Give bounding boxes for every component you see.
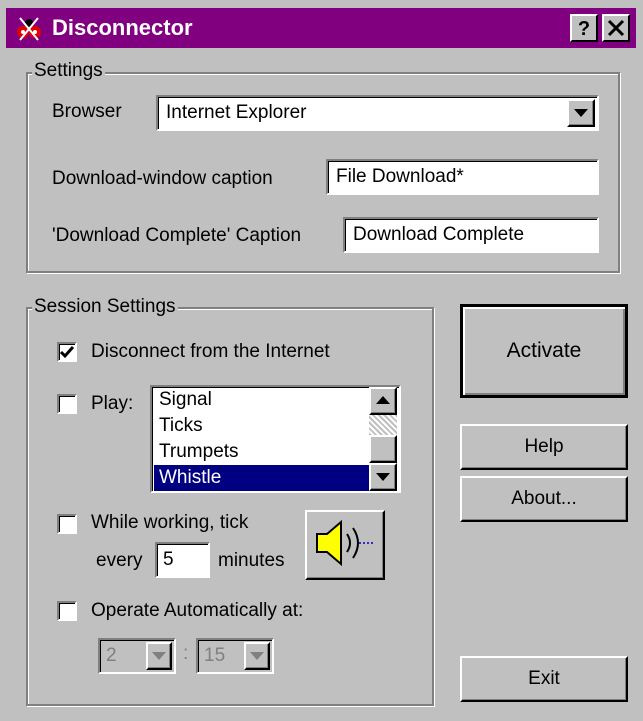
- close-icon: [607, 19, 625, 37]
- tick-checkbox[interactable]: [57, 514, 77, 534]
- scroll-down-button[interactable]: [369, 463, 397, 491]
- app-icon: [14, 14, 44, 42]
- play-checkbox[interactable]: [57, 394, 77, 414]
- auto-time-separator: :: [183, 643, 189, 664]
- help-label: Help: [524, 436, 564, 457]
- session-settings-legend: Session Settings: [32, 296, 178, 318]
- about-button[interactable]: About...: [460, 476, 628, 522]
- sound-item[interactable]: Ticks: [154, 413, 373, 439]
- download-caption-label: Download-window caption: [52, 168, 273, 189]
- tick-minutes-value: 5: [163, 549, 174, 570]
- sound-list-scrollbar[interactable]: [369, 387, 397, 491]
- tick-minutes-input[interactable]: 5: [155, 542, 210, 578]
- auto-minute-dropdown-button[interactable]: [244, 642, 270, 670]
- disconnect-label[interactable]: Disconnect from the Internet: [91, 341, 330, 363]
- auto-hour-select[interactable]: 2: [98, 638, 176, 674]
- exit-button[interactable]: Exit: [460, 656, 628, 702]
- browser-select[interactable]: Internet Explorer: [156, 95, 599, 131]
- complete-caption-label: 'Download Complete' Caption: [52, 225, 302, 246]
- close-button[interactable]: [602, 14, 630, 42]
- download-caption-input[interactable]: File Download*: [326, 159, 599, 195]
- auto-minute-select[interactable]: 15: [196, 638, 274, 674]
- browser-value: Internet Explorer: [166, 102, 307, 123]
- chevron-down-icon: [250, 652, 264, 660]
- auto-hour-dropdown-button[interactable]: [146, 642, 172, 670]
- tick-label-minutes: minutes: [218, 550, 285, 571]
- sound-item-selected[interactable]: Whistle: [154, 465, 373, 491]
- activate-label: Activate: [506, 339, 582, 362]
- scroll-thumb[interactable]: [369, 435, 397, 463]
- title-bar[interactable]: Disconnector ?: [6, 8, 636, 48]
- checkmark-icon: [59, 346, 75, 359]
- disconnect-checkbox[interactable]: [57, 342, 77, 362]
- auto-hour-value: 2: [106, 645, 117, 666]
- scroll-track[interactable]: [369, 415, 397, 435]
- download-caption-value: File Download*: [336, 166, 464, 187]
- complete-caption-input[interactable]: Download Complete: [343, 217, 599, 253]
- settings-legend: Settings: [32, 60, 105, 82]
- chevron-down-icon: [152, 652, 166, 660]
- help-button[interactable]: Help: [460, 424, 628, 470]
- sound-item[interactable]: Trumpets: [154, 439, 373, 465]
- scroll-up-button[interactable]: [369, 387, 397, 415]
- auto-checkbox[interactable]: [57, 601, 77, 621]
- speaker-icon: [316, 519, 373, 567]
- sound-item[interactable]: Signal: [154, 387, 373, 413]
- auto-label[interactable]: Operate Automatically at:: [91, 600, 303, 622]
- browser-label: Browser: [52, 101, 122, 122]
- sound-list[interactable]: Signal Ticks Trumpets Whistle: [150, 385, 401, 493]
- help-title-button[interactable]: ?: [570, 14, 598, 42]
- auto-minute-value: 15: [204, 645, 226, 666]
- arrow-down-icon: [376, 473, 390, 481]
- disconnector-window: Disconnector ? Settings Browser Internet…: [0, 0, 643, 721]
- play-label[interactable]: Play:: [91, 393, 133, 415]
- tick-label-every: every: [96, 550, 143, 571]
- window-title: Disconnector: [52, 15, 193, 40]
- sound-test-button[interactable]: [305, 510, 385, 580]
- complete-caption-value: Download Complete: [353, 224, 525, 245]
- about-label: About...: [511, 488, 577, 509]
- exit-label: Exit: [528, 668, 560, 689]
- chevron-down-icon: [574, 109, 588, 117]
- arrow-up-icon: [376, 396, 390, 404]
- browser-dropdown-button[interactable]: [567, 99, 595, 127]
- tick-label-line1[interactable]: While working, tick: [91, 512, 248, 534]
- activate-button[interactable]: Activate: [460, 304, 628, 398]
